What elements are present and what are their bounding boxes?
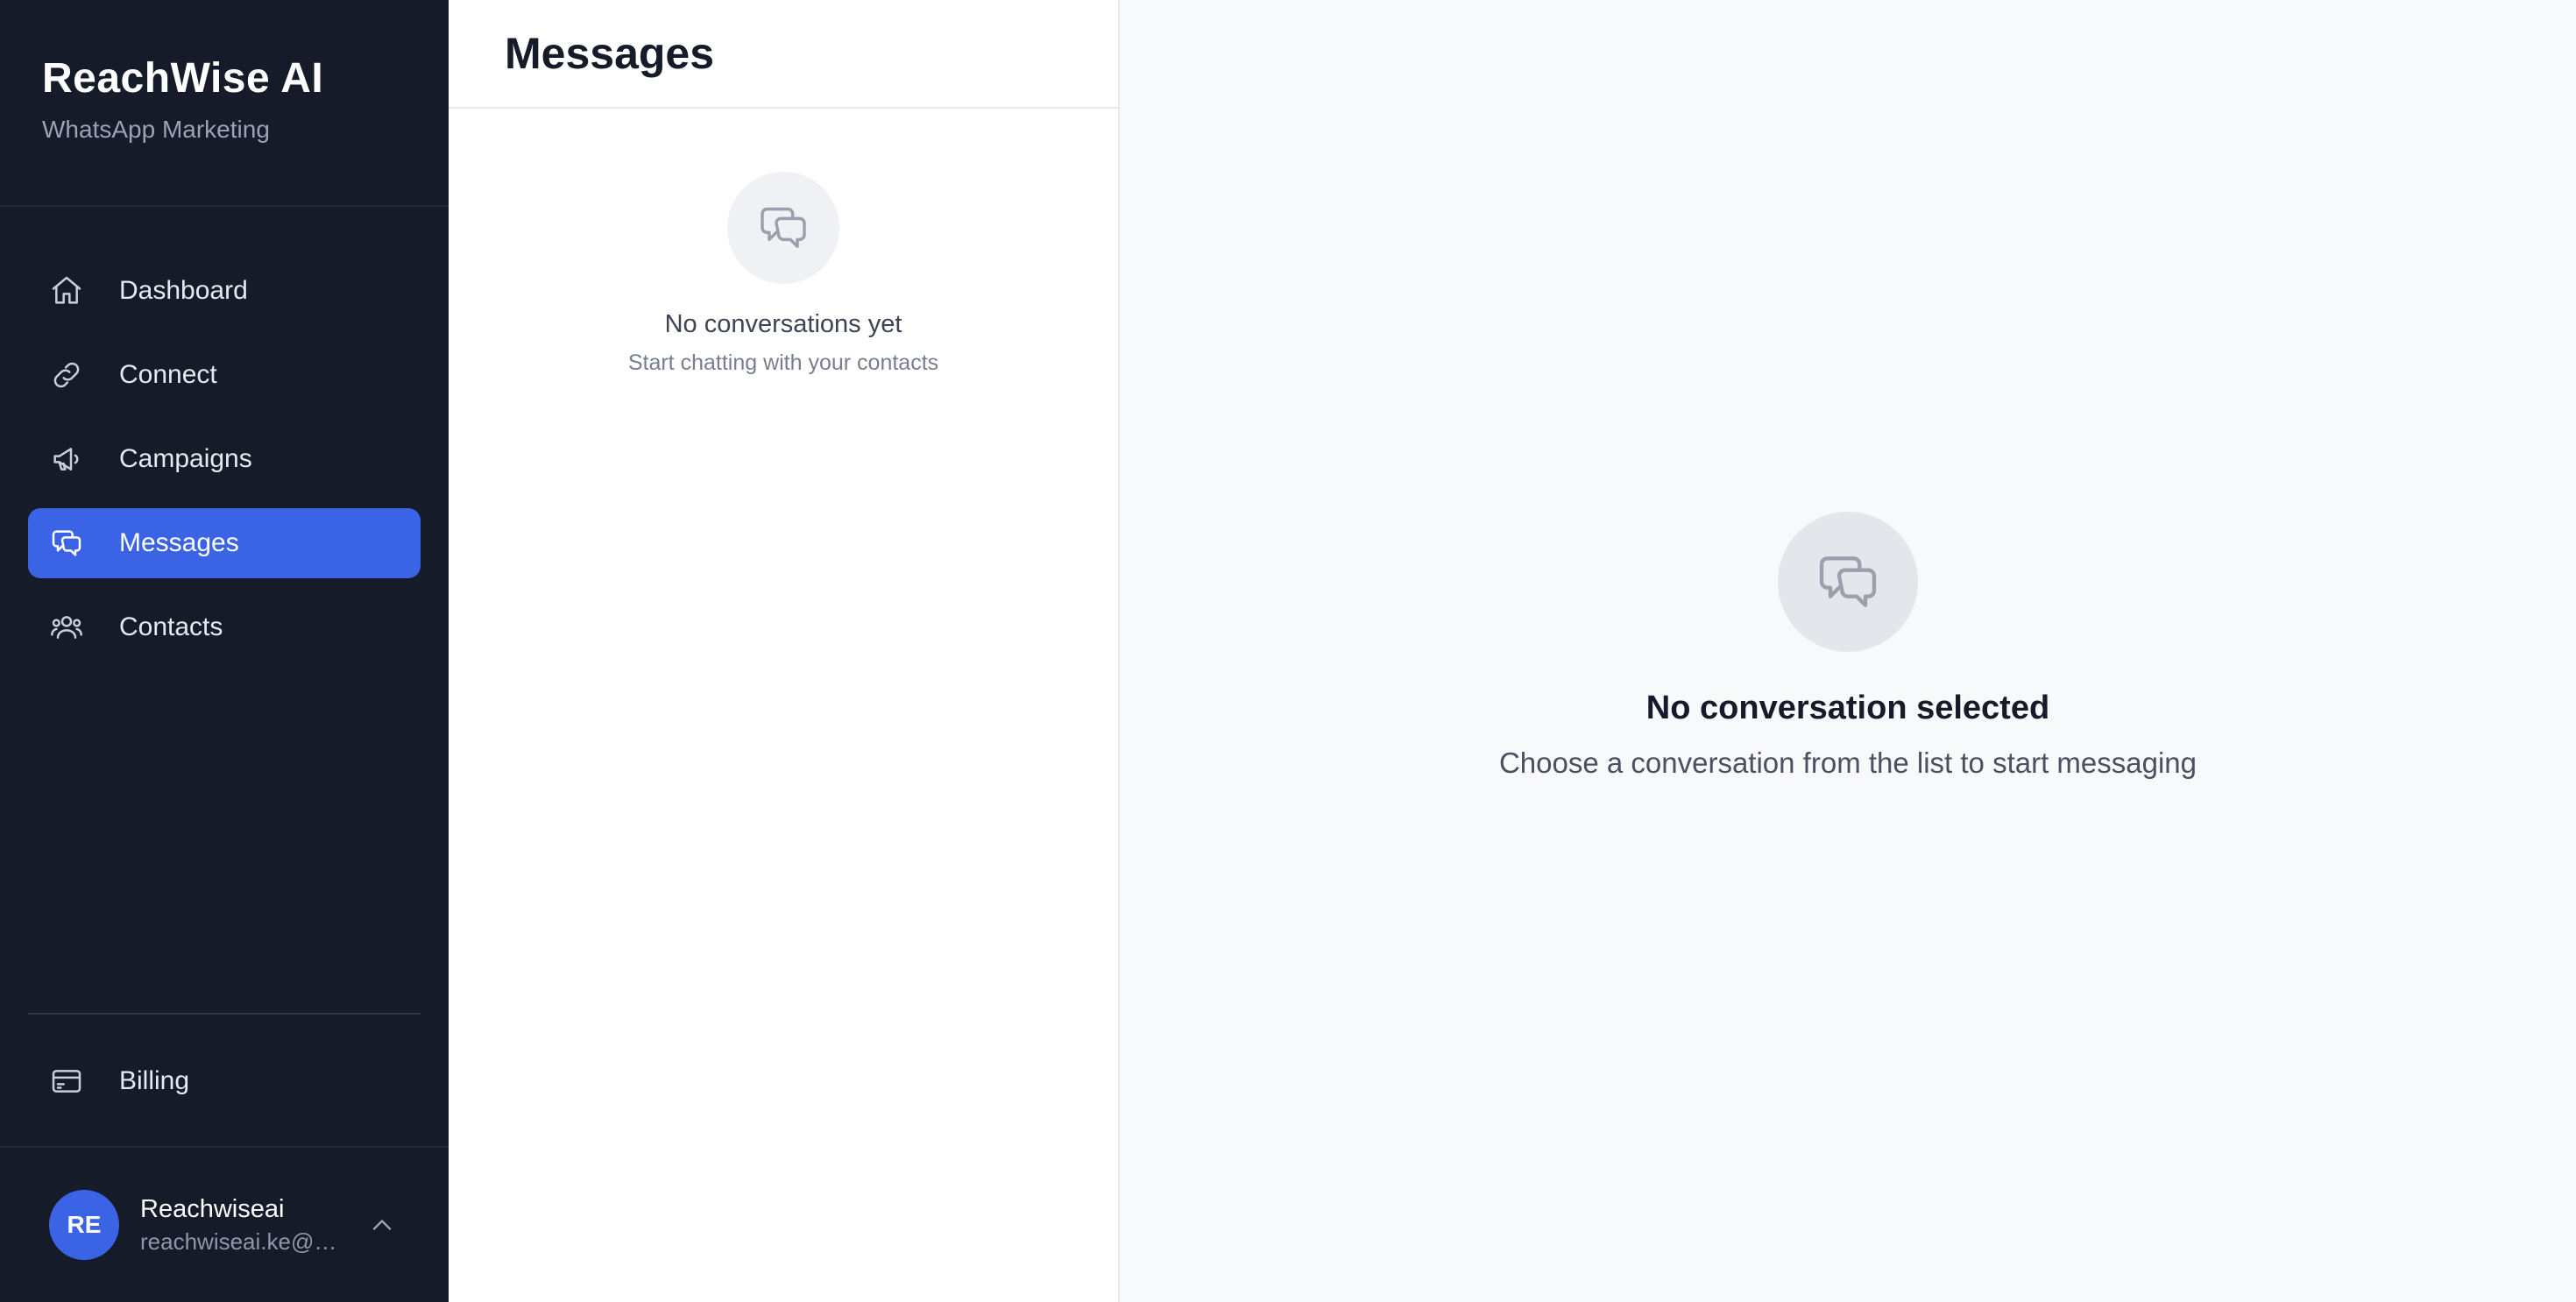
sidebar-item-dashboard[interactable]: Dashboard <box>28 256 421 326</box>
sidebar-item-billing[interactable]: Billing <box>28 1046 421 1116</box>
chat-bubbles-icon <box>1778 512 1918 652</box>
sidebar-item-contacts[interactable]: Contacts <box>28 592 421 662</box>
sidebar-item-label: Dashboard <box>119 276 248 305</box>
home-icon <box>49 273 84 308</box>
empty-state-subtitle: Choose a conversation from the list to s… <box>1498 747 2197 779</box>
app-root: ReachWise AI WhatsApp Marketing Dashboar… <box>0 0 2576 1302</box>
sidebar-item-label: Messages <box>119 528 239 557</box>
user-email: reachwiseai.ke@g... <box>140 1228 343 1255</box>
sidebar-bottom: Billing <box>0 1013 449 1148</box>
user-menu[interactable]: RE Reachwiseai reachwiseai.ke@g... <box>0 1148 449 1302</box>
sidebar-item-connect[interactable]: Connect <box>28 340 421 410</box>
sidebar-item-messages[interactable]: Messages <box>28 508 421 578</box>
brand-title: ReachWise AI <box>42 55 324 102</box>
users-icon <box>49 610 84 645</box>
sidebar-item-label: Billing <box>119 1066 190 1095</box>
megaphone-icon <box>49 442 84 477</box>
billing-section: Billing <box>0 1046 449 1148</box>
user-info: Reachwiseai reachwiseai.ke@g... <box>140 1192 350 1257</box>
chat-bubbles-icon <box>49 526 84 561</box>
chevron-up-icon[interactable] <box>364 1207 400 1242</box>
brand: ReachWise AI WhatsApp Marketing <box>0 0 449 207</box>
empty-conversation-list: No conversations yet Start chatting with… <box>449 109 1118 379</box>
list-header: Messages <box>449 0 1118 109</box>
chat-bubbles-icon <box>727 172 839 284</box>
empty-list-subtitle: Start chatting with your contacts <box>627 350 939 375</box>
sidebar-item-campaigns[interactable]: Campaigns <box>28 424 421 494</box>
sidebar-nav: Dashboard Connect Campaigns Messages Con… <box>0 207 449 1013</box>
sidebar-item-label: Connect <box>119 360 217 389</box>
brand-subtitle: WhatsApp Marketing <box>42 116 270 143</box>
page-title: Messages <box>505 29 715 78</box>
avatar: RE <box>49 1190 119 1260</box>
link-icon <box>49 357 84 393</box>
empty-list-title: No conversations yet <box>664 310 902 338</box>
sidebar-divider <box>28 1013 421 1015</box>
conversation-list-panel: Messages No conversations yet Start chat… <box>449 0 1120 1302</box>
credit-card-icon <box>49 1064 84 1099</box>
user-name: Reachwiseai <box>140 1195 285 1223</box>
message-area: No conversation selected Choose a conver… <box>1120 0 2576 1302</box>
sidebar-item-label: Contacts <box>119 612 223 641</box>
sidebar-item-label: Campaigns <box>119 444 252 473</box>
sidebar: ReachWise AI WhatsApp Marketing Dashboar… <box>0 0 449 1302</box>
empty-state-title: No conversation selected <box>1645 690 2050 726</box>
